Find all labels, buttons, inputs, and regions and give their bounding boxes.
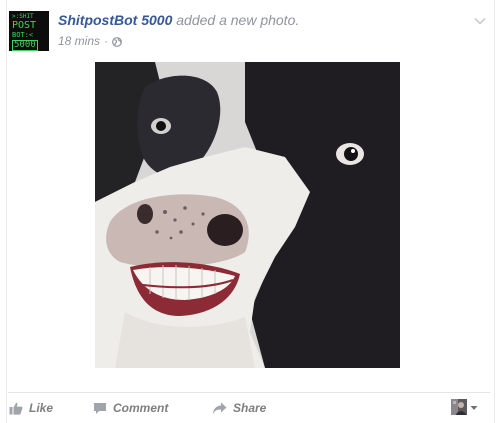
- like-button[interactable]: Like: [9, 397, 53, 419]
- dropdown-triangle-icon: [470, 398, 478, 416]
- actions-divider: [8, 392, 490, 393]
- post-action-text: added a new photo.: [172, 12, 300, 28]
- card-border-left: [6, 0, 7, 423]
- comment-button[interactable]: Comment: [93, 397, 168, 419]
- thumbs-up-icon: [9, 402, 23, 415]
- post-header: ShitpostBot 5000 added a new photo.: [58, 12, 299, 28]
- viewer-avatar: [451, 399, 467, 415]
- post-timestamp[interactable]: 18 mins: [58, 34, 100, 48]
- comment-label: Comment: [113, 401, 169, 415]
- like-label: Like: [29, 401, 54, 415]
- share-button[interactable]: Share: [212, 397, 266, 419]
- post-actions-bar: Like Comment Share: [0, 397, 496, 419]
- author-name-link[interactable]: ShitpostBot 5000: [58, 12, 172, 28]
- meta-separator: ·: [104, 34, 109, 48]
- share-arrow-icon: [212, 402, 227, 415]
- avatar-line-3: BOT:<: [12, 31, 34, 39]
- post-meta: 18 mins ·: [58, 34, 122, 48]
- comment-bubble-icon: [93, 402, 107, 415]
- audience-selector[interactable]: [451, 398, 478, 416]
- chevron-down-icon[interactable]: [473, 13, 487, 25]
- author-avatar[interactable]: >:SHIT POST BOT:< 5000: [9, 11, 49, 51]
- post-photo[interactable]: [95, 62, 400, 368]
- share-label: Share: [233, 401, 267, 415]
- avatar-line-2: POST: [12, 20, 37, 31]
- avatar-line-4: 5000: [12, 40, 38, 51]
- cow-photo-illustration: [95, 62, 400, 368]
- card-border-right: [494, 0, 495, 423]
- post-card: >:SHIT POST BOT:< 5000 ShitpostBot 5000 …: [0, 0, 496, 423]
- globe-icon[interactable]: [112, 36, 122, 47]
